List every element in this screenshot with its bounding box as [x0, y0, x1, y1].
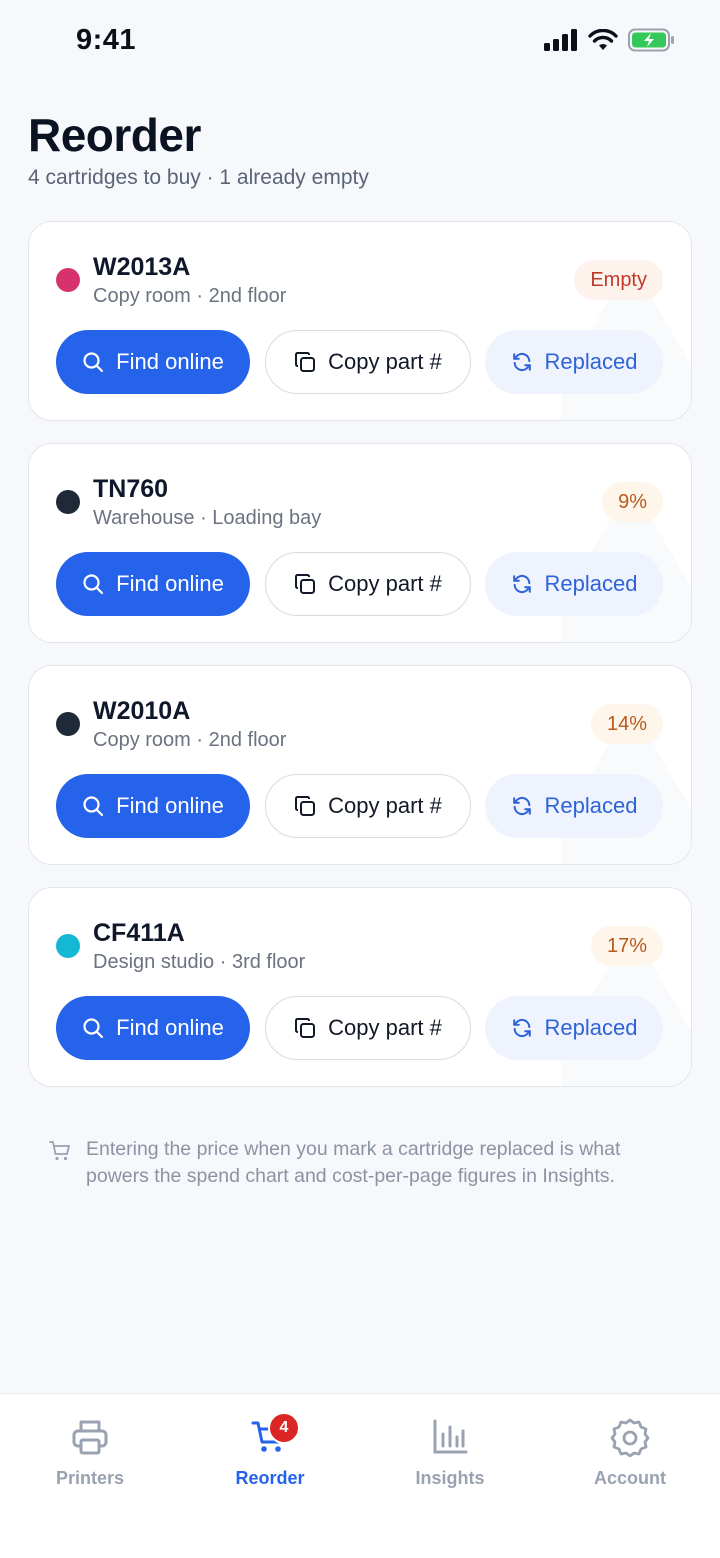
refresh-icon: [512, 1018, 531, 1038]
printer-location: Design studio · 3rd floor: [93, 951, 306, 973]
part-number: CF411A: [93, 919, 185, 947]
status-bar: 9:41: [0, 0, 720, 80]
printer-location: Warehouse · Loading bay: [93, 507, 322, 529]
bottom-nav: Printers 4 Reorder Insights Account: [0, 1393, 720, 1558]
nav-label-insights: Insights: [415, 1468, 485, 1488]
nav-item-printers[interactable]: Printers: [0, 1414, 180, 1494]
part-number: TN760: [93, 475, 169, 503]
page-subtitle: 4 cartridges to buy · 1 already empty: [28, 166, 369, 189]
find-online-label: Find online: [116, 571, 224, 596]
ink-color-dot: [56, 490, 80, 514]
hint-text: Entering the price when you mark a cartr…: [86, 1138, 621, 1187]
copy-part-label: Copy part #: [328, 349, 442, 374]
copy-icon: [295, 796, 316, 816]
replaced-button[interactable]: Replaced: [485, 774, 663, 838]
cartridge-card: CF411A Design studio · 3rd floor 17% Fin…: [28, 887, 692, 1087]
find-online-button[interactable]: Find online: [56, 552, 250, 616]
replaced-button[interactable]: Replaced: [485, 996, 663, 1060]
cartridge-card: W2010A Copy room · 2nd floor 14% Find on…: [28, 665, 692, 865]
cartridge-card: W2013A Copy room · 2nd floor Empty Find …: [28, 221, 692, 421]
status-badge: Empty: [574, 260, 663, 300]
copy-icon: [295, 574, 316, 594]
nav-label-reorder: Reorder: [235, 1468, 305, 1488]
refresh-icon: [512, 352, 531, 372]
search-icon: [83, 1018, 104, 1039]
copy-icon: [295, 352, 316, 372]
copy-part-label: Copy part #: [328, 1015, 442, 1040]
replaced-label: Replaced: [544, 571, 638, 596]
page-title: Reorder: [28, 109, 201, 161]
nav-item-account[interactable]: Account: [540, 1414, 720, 1494]
find-online-button[interactable]: Find online: [56, 774, 250, 838]
copy-part-label: Copy part #: [328, 793, 442, 818]
status-badge: 17%: [590, 926, 663, 966]
copy-part-button[interactable]: Copy part #: [265, 774, 471, 838]
status-time: 9:41: [76, 24, 137, 56]
printer-location: Copy room · 2nd floor: [93, 285, 287, 307]
replaced-label: Replaced: [544, 349, 638, 374]
cartridge-list: W2013A Copy room · 2nd floor Empty Find …: [28, 221, 692, 1109]
refresh-icon: [512, 796, 531, 816]
find-online-button[interactable]: Find online: [56, 996, 250, 1060]
part-number: W2010A: [93, 697, 191, 725]
part-number: W2013A: [93, 253, 191, 281]
printer-icon: [72, 1420, 108, 1455]
ink-color-dot: [56, 268, 80, 292]
refresh-icon: [512, 574, 531, 594]
cartridge-card: TN760 Warehouse · Loading bay 9% Find on…: [28, 443, 692, 643]
cart-icon: [49, 1141, 70, 1161]
nav-item-reorder[interactable]: 4 Reorder: [180, 1412, 360, 1494]
bar-chart-icon: [433, 1419, 468, 1454]
nav-label-printers: Printers: [55, 1468, 125, 1488]
find-online-label: Find online: [116, 1015, 224, 1040]
pricing-hint: Entering the price when you mark a cartr…: [48, 1136, 668, 1190]
copy-icon: [295, 1018, 316, 1038]
find-online-label: Find online: [116, 793, 224, 818]
ink-color-dot: [56, 934, 80, 958]
find-online-button[interactable]: Find online: [56, 330, 250, 394]
copy-part-button[interactable]: Copy part #: [265, 552, 471, 616]
replaced-button[interactable]: Replaced: [485, 330, 663, 394]
status-badge: 9%: [602, 482, 663, 522]
search-icon: [83, 796, 104, 817]
battery-charging-icon: [628, 28, 674, 52]
replaced-label: Replaced: [544, 1015, 638, 1040]
find-online-label: Find online: [116, 349, 224, 374]
status-icons: [544, 28, 676, 52]
printer-location: Copy room · 2nd floor: [93, 729, 287, 751]
gear-icon: [610, 1418, 650, 1457]
wifi-icon: [588, 29, 618, 50]
status-badge: 14%: [590, 704, 663, 744]
search-icon: [83, 574, 104, 595]
signal-icon: [544, 29, 577, 51]
search-icon: [83, 352, 104, 373]
copy-part-label: Copy part #: [328, 571, 442, 596]
copy-part-button[interactable]: Copy part #: [265, 996, 471, 1060]
reorder-count-badge: 4: [268, 1412, 300, 1444]
nav-label-account: Account: [594, 1468, 666, 1488]
reorder-screen: 9:41 Reorder 4 cartridges to buy · 1 alr…: [0, 0, 720, 1558]
copy-part-button[interactable]: Copy part #: [265, 330, 471, 394]
nav-item-insights[interactable]: Insights: [360, 1414, 540, 1494]
replaced-label: Replaced: [544, 793, 638, 818]
replaced-button[interactable]: Replaced: [485, 552, 663, 616]
ink-color-dot: [56, 712, 80, 736]
